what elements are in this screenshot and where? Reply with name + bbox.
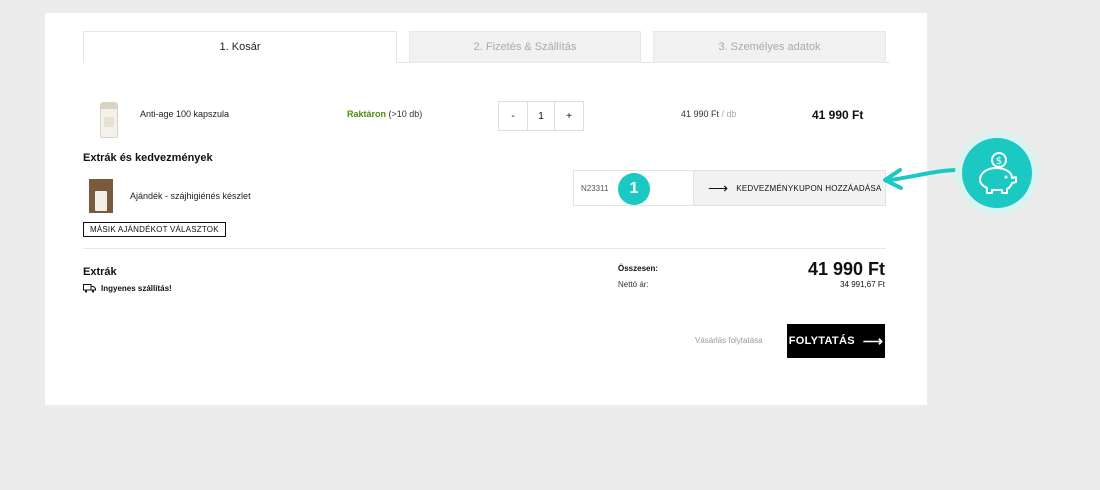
add-coupon-label: KEDVEZMÉNYKUPON HOZZÁADÁSA (736, 183, 882, 193)
qty-increase-button[interactable]: + (555, 102, 583, 130)
qty-input[interactable]: 1 (527, 102, 555, 130)
arrow-right-icon: ⟶ (708, 180, 729, 196)
line-total: 41 990 Ft (812, 108, 864, 122)
unit-price-value: 41 990 Ft (681, 109, 720, 119)
gift-image (89, 179, 113, 213)
coupon-value: N23311 (581, 183, 609, 193)
net-label: Nettó ár: (618, 280, 649, 289)
total-label: Összesen: (618, 264, 659, 273)
quantity-stepper: - 1 + (498, 101, 584, 131)
piggy-bank-coin-icon: $ (955, 131, 1039, 215)
gift-name: Ajándék - szájhigiénés készlet (130, 191, 251, 201)
svg-text:$: $ (996, 156, 1002, 167)
net-total: 34 991,67 Ft (840, 280, 885, 289)
grand-total: 41 990 Ft (807, 259, 885, 279)
unit-price: 41 990 Ft / db (681, 109, 737, 119)
tab-payment-shipping[interactable]: 2. Fizetés & Szállítás (409, 31, 641, 63)
qty-decrease-button[interactable]: - (499, 102, 527, 130)
summary-extras-title: Extrák (83, 266, 117, 278)
choose-other-gift-button[interactable]: MÁSIK AJÁNDÉKOT VÁLASZTOK (83, 222, 226, 237)
tab-cart[interactable]: 1. Kosár (83, 31, 397, 63)
add-coupon-button[interactable]: ⟶ KEDVEZMÉNYKUPON HOZZÁADÁSA (693, 171, 885, 205)
arrow-right-icon: ⟶ (862, 332, 884, 349)
cart-card: 1. Kosár 2. Fizetés & Szállítás 3. Szemé… (45, 13, 927, 405)
truck-icon (83, 284, 96, 293)
tab-personal-data[interactable]: 3. Személyes adatok (653, 31, 886, 63)
divider (83, 248, 886, 249)
coupon-form: N23311 1 ⟶ KEDVEZMÉNYKUPON HOZZÁADÁSA (573, 170, 886, 206)
product-name[interactable]: Anti-age 100 kapszula (140, 109, 229, 119)
stock-count: (>10 db) (388, 109, 423, 119)
free-shipping-label: Ingyenes szállítás! (101, 284, 172, 293)
proceed-button[interactable]: FOLYTATÁS ⟶ (787, 324, 885, 358)
extras-title: Extrák és kedvezmények (83, 152, 213, 164)
pointer-arrow-icon (883, 168, 960, 190)
checkout-steps: 1. Kosár 2. Fizetés & Szállítás 3. Szemé… (83, 31, 890, 63)
step-badge: 1 (618, 173, 650, 205)
proceed-label: FOLYTATÁS (788, 335, 855, 347)
coupon-input[interactable]: N23311 1 (574, 171, 693, 205)
continue-shopping-link[interactable]: Vásárlás folytatása (695, 336, 763, 345)
stock-status: Raktáron (>10 db) (347, 109, 422, 119)
stock-label: Raktáron (347, 109, 387, 119)
product-image[interactable] (94, 94, 124, 138)
free-shipping: Ingyenes szállítás! (83, 284, 172, 293)
unit-suffix: / db (721, 109, 737, 119)
